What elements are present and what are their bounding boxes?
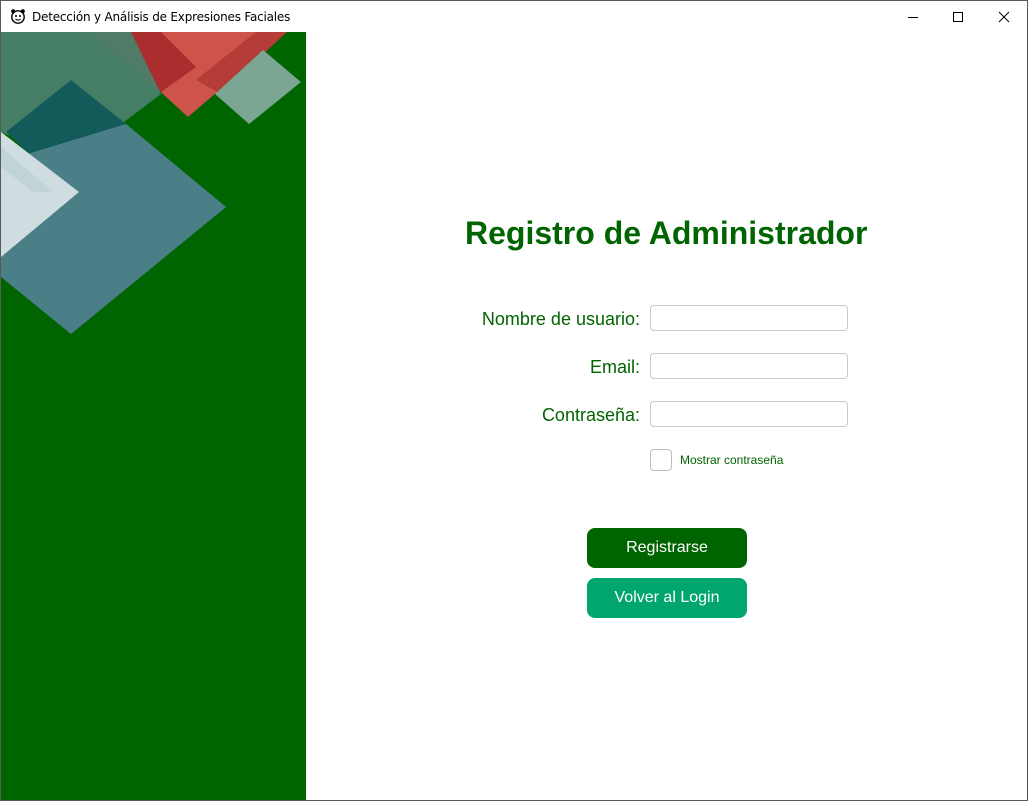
- show-password-checkbox[interactable]: [650, 449, 672, 471]
- geometric-pattern-graphic: [1, 32, 301, 334]
- password-input[interactable]: [650, 401, 848, 427]
- username-input[interactable]: [650, 305, 848, 331]
- page-title-text: Registro de Administrador: [465, 215, 868, 251]
- maximize-button[interactable]: [935, 1, 981, 32]
- minimize-icon: [908, 16, 918, 18]
- username-label: Nombre de usuario:: [481, 309, 640, 329]
- close-icon: [998, 11, 1010, 22]
- minimize-button[interactable]: [890, 1, 936, 32]
- maximize-icon: [953, 11, 963, 22]
- registration-form-area: Registro de Administrador Nombre de usua…: [306, 32, 1027, 800]
- email-label: Email:: [589, 357, 640, 377]
- email-input[interactable]: [650, 353, 848, 379]
- close-button[interactable]: [981, 1, 1027, 32]
- title-bar[interactable]: Detección y Análisis de Expresiones Faci…: [1, 1, 1027, 32]
- app-window: Detección y Análisis de Expresiones Faci…: [0, 0, 1028, 801]
- password-label: Contraseña:: [541, 405, 640, 425]
- face-emoji-icon: [10, 8, 26, 24]
- back-to-login-button[interactable]: Volver al Login: [587, 578, 747, 618]
- show-password-label[interactable]: Mostrar contraseña: [680, 453, 783, 467]
- decorative-side-panel: [1, 32, 306, 800]
- window-title: Detección y Análisis de Expresiones Faci…: [32, 10, 291, 24]
- register-button[interactable]: Registrarse: [587, 528, 747, 568]
